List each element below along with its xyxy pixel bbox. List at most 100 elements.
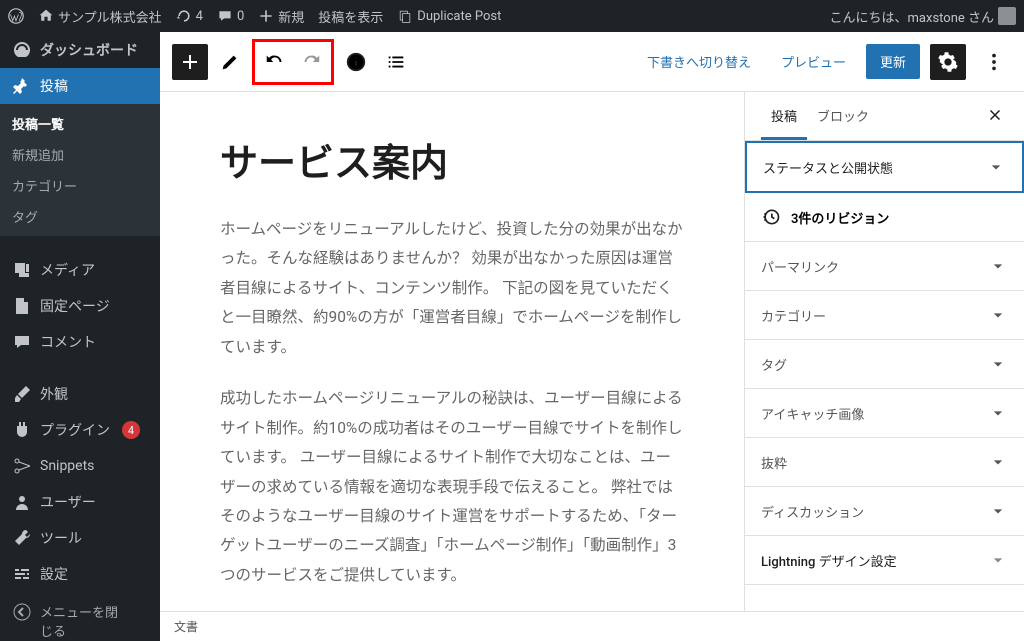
outline-button[interactable]: [378, 44, 414, 80]
post-paragraph[interactable]: ホームページをリニューアルしたけど、投資した分の効果が出なかった。そんな経験はあ…: [220, 215, 684, 362]
settings-toggle-button[interactable]: [930, 44, 966, 80]
content-area[interactable]: サービス案内 ホームページをリニューアルしたけど、投資した分の効果が出なかった。…: [160, 92, 744, 641]
preview-button[interactable]: プレビュー: [771, 46, 856, 77]
view-post[interactable]: 投稿を表示: [318, 7, 383, 26]
users-label: ユーザー: [40, 492, 96, 512]
updates-link[interactable]: 4: [176, 8, 203, 24]
site-name-label: サンプル株式会社: [58, 7, 162, 26]
more-options-button[interactable]: [976, 44, 1012, 80]
plugins-badge: 4: [122, 421, 140, 439]
user-avatar-icon: [998, 7, 1016, 25]
chevron-down-icon: [988, 305, 1008, 325]
user-icon: [12, 492, 32, 512]
redo-button[interactable]: [293, 44, 329, 80]
snippets-label: Snippets: [40, 458, 94, 474]
sidebar-sub-categories[interactable]: カテゴリー: [0, 170, 160, 201]
revisions-label: 3件のリビジョン: [791, 208, 889, 227]
panel-lightning[interactable]: Lightning デザイン設定: [745, 536, 1024, 585]
chevron-down-icon: [988, 452, 1008, 472]
switch-to-draft-button[interactable]: 下書きへ切り替え: [637, 46, 761, 77]
panel-revisions[interactable]: 3件のリビジョン: [745, 193, 1024, 242]
featured-label: アイキャッチ画像: [761, 404, 864, 423]
comment-icon: [217, 8, 233, 24]
sidebar-item-media[interactable]: メディア: [0, 252, 160, 288]
chevron-down-icon: [988, 403, 1008, 423]
panel-status-label: ステータスと公開状態: [763, 158, 893, 177]
collapse-icon: [12, 602, 32, 622]
settings-label: 設定: [40, 564, 68, 584]
page-icon: [12, 296, 32, 316]
editor-toolbar: 下書きへ切り替え プレビュー 更新: [160, 32, 1024, 92]
add-block-button[interactable]: [172, 44, 208, 80]
editor-footer-status: 文書: [160, 611, 1024, 641]
excerpt-label: 抜粋: [761, 453, 787, 472]
sidebar-item-comments[interactable]: コメント: [0, 324, 160, 360]
panel-discussion[interactable]: ディスカッション: [745, 487, 1024, 536]
lightning-label: Lightning デザイン設定: [761, 551, 897, 570]
post-title[interactable]: サービス案内: [220, 132, 684, 187]
undo-button[interactable]: [257, 44, 293, 80]
tab-block[interactable]: ブロック: [807, 92, 879, 140]
close-panel-button[interactable]: [982, 92, 1008, 140]
duplicate-label: Duplicate Post: [417, 9, 501, 24]
panel-categories[interactable]: カテゴリー: [745, 291, 1024, 340]
categories-label: カテゴリー: [761, 306, 826, 325]
sidebar-item-users[interactable]: ユーザー: [0, 484, 160, 520]
tags-label: タグ: [761, 355, 787, 374]
comments-count: 0: [237, 9, 244, 24]
duplicate-post[interactable]: Duplicate Post: [397, 8, 501, 24]
new-label: 新規: [278, 7, 304, 26]
chevron-down-icon: [988, 256, 1008, 276]
updates-count: 4: [196, 9, 203, 24]
sidebar-sub-tags[interactable]: タグ: [0, 201, 160, 232]
new-content[interactable]: 新規: [258, 7, 304, 26]
sidebar-item-snippets[interactable]: Snippets: [0, 448, 160, 484]
sidebar-item-appearance[interactable]: 外観: [0, 376, 160, 412]
admin-sidebar: ダッシュボード 投稿 投稿一覧 新規追加 カテゴリー タグ メディア 固定ページ…: [0, 32, 160, 641]
comments-link[interactable]: 0: [217, 8, 244, 24]
sidebar-item-posts[interactable]: 投稿: [0, 68, 160, 104]
sidebar-item-plugins[interactable]: プラグイン 4: [0, 412, 160, 448]
info-button[interactable]: [338, 44, 374, 80]
wp-logo[interactable]: [8, 8, 24, 24]
edit-mode-button[interactable]: [212, 44, 248, 80]
sidebar-sub-add-new[interactable]: 新規追加: [0, 139, 160, 170]
sidebar-item-tools[interactable]: ツール: [0, 520, 160, 556]
home-icon: [38, 8, 54, 24]
sidebar-item-dashboard[interactable]: ダッシュボード: [0, 32, 160, 68]
sidebar-collapse[interactable]: メニューを閉じる: [0, 592, 160, 641]
tools-label: ツール: [40, 528, 82, 548]
collapse-label: メニューを閉じる: [40, 602, 130, 640]
site-name[interactable]: サンプル株式会社: [38, 7, 162, 26]
sidebar-item-pages[interactable]: 固定ページ: [0, 288, 160, 324]
undo-redo-highlight: [252, 39, 334, 85]
chevron-down-icon: [988, 354, 1008, 374]
wrench-icon: [12, 528, 32, 548]
refresh-icon: [176, 8, 192, 24]
user-greeting[interactable]: こんにちは、maxstone さん: [830, 7, 1016, 26]
dashboard-icon: [12, 40, 32, 60]
wordpress-icon: [8, 8, 24, 24]
discussion-label: ディスカッション: [761, 502, 864, 521]
panel-featured-image[interactable]: アイキャッチ画像: [745, 389, 1024, 438]
editor: 下書きへ切り替え プレビュー 更新 サービス案内 ホームページをリニューアルした…: [160, 32, 1024, 641]
panel-status[interactable]: ステータスと公開状態: [745, 141, 1024, 193]
dashboard-label: ダッシュボード: [40, 40, 138, 60]
panel-excerpt[interactable]: 抜粋: [745, 438, 1024, 487]
sliders-icon: [12, 564, 32, 584]
admin-bar: サンプル株式会社 4 0 新規 投稿を表示 Duplicate Post: [0, 0, 1024, 32]
settings-panel: 投稿 ブロック ステータスと公開状態 3件のリビジョン パーマリンク: [744, 92, 1024, 641]
duplicate-icon: [397, 8, 413, 24]
plus-icon: [258, 8, 274, 24]
scissors-icon: [12, 456, 32, 476]
post-paragraph[interactable]: 成功したホームページリニューアルの秘訣は、ユーザー目線によるサイト制作。約10%…: [220, 384, 684, 590]
tab-post[interactable]: 投稿: [761, 92, 807, 140]
update-button[interactable]: 更新: [866, 44, 920, 79]
panel-tags[interactable]: タグ: [745, 340, 1024, 389]
sidebar-sub-posts-list[interactable]: 投稿一覧: [0, 108, 160, 139]
sidebar-item-settings[interactable]: 設定: [0, 556, 160, 592]
chevron-down-icon: [988, 501, 1008, 521]
panel-permalink[interactable]: パーマリンク: [745, 242, 1024, 291]
permalink-label: パーマリンク: [761, 257, 839, 276]
caret-down-icon: [988, 550, 1008, 570]
